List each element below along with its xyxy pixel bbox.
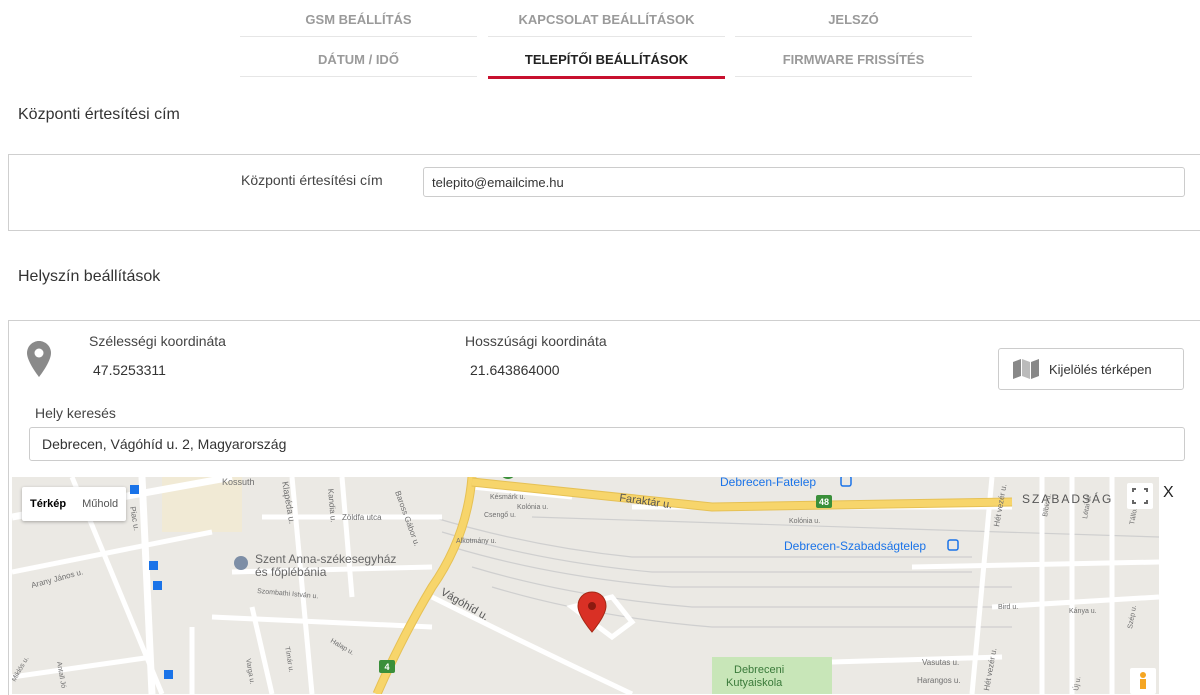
latitude-label: Szélességi koordináta bbox=[89, 333, 226, 349]
map-label: Kolónia u. bbox=[517, 504, 548, 511]
place-search-input[interactable] bbox=[29, 427, 1185, 461]
notify-panel: Központi értesítési cím bbox=[8, 154, 1200, 231]
map-label: Vasutas u. bbox=[922, 658, 959, 667]
latitude-value: 47.5253311 bbox=[93, 362, 166, 378]
tab-installer-settings[interactable]: TELEPÍTŐI BEÁLLÍTÁSOK bbox=[488, 40, 725, 79]
select-on-map-button[interactable]: Kijelölés térképen bbox=[998, 348, 1184, 390]
map-type-control: Térkép Műhold bbox=[22, 487, 127, 521]
tab-date-time[interactable]: DÁTUM / IDŐ bbox=[240, 40, 477, 77]
map-label: és főplébánia bbox=[255, 565, 327, 579]
location-pin-icon bbox=[27, 341, 51, 377]
tab-firmware-update[interactable]: FIRMWARE FRISSÍTÉS bbox=[735, 40, 972, 77]
map-label: SZABADSÁG bbox=[1022, 491, 1113, 506]
map-icon bbox=[1013, 359, 1039, 379]
notify-section-title: Központi értesítési cím bbox=[18, 106, 180, 123]
map-type-satellite-button[interactable]: Műhold bbox=[74, 487, 126, 521]
map-label: Debreceni bbox=[734, 664, 784, 676]
map-label: Kánya u. bbox=[1069, 608, 1097, 615]
longitude-value: 21.643864000 bbox=[470, 362, 560, 378]
map-label: Szent Anna-székesegyház bbox=[255, 552, 396, 566]
route-48-label: 48 bbox=[819, 497, 829, 507]
notify-field-label: Központi értesítési cím bbox=[241, 172, 383, 188]
tab-connection[interactable]: KAPCSOLAT BEÁLLÍTÁSOK bbox=[488, 0, 725, 37]
map-label: Debrecen-Fatelep bbox=[720, 477, 816, 489]
fullscreen-icon[interactable] bbox=[1127, 483, 1153, 509]
map-type-map-button[interactable]: Térkép bbox=[22, 487, 74, 521]
tab-gsm[interactable]: GSM BEÁLLÍTÁS bbox=[240, 0, 477, 37]
map-label: Harangos u. bbox=[917, 676, 961, 685]
longitude-label: Hosszúsági koordináta bbox=[465, 333, 607, 349]
map-label: Kutyaiskola bbox=[726, 677, 783, 689]
map-label: Késmárk u. bbox=[490, 494, 525, 501]
location-section-title: Helyszín beállítások bbox=[18, 268, 161, 285]
map-label: Csengő u. bbox=[484, 512, 516, 519]
map-label: Debrecen-Szabadságtelep bbox=[784, 539, 926, 553]
map-canvas[interactable]: 48 4 Kossuth Klapéda u. Kandia u. Zöldfa… bbox=[12, 477, 1159, 694]
map-close-button[interactable]: X bbox=[1163, 484, 1174, 502]
map-label: Kossuth bbox=[222, 477, 255, 487]
place-search-label: Hely keresés bbox=[35, 405, 116, 421]
map-label: Bird u. bbox=[998, 604, 1018, 611]
map-view[interactable]: 48 4 Kossuth Klapéda u. Kandia u. Zöldfa… bbox=[12, 477, 1159, 694]
route-4-label: 4 bbox=[384, 662, 389, 672]
select-on-map-label: Kijelölés térképen bbox=[1049, 361, 1152, 377]
map-label: Kolónia u. bbox=[789, 518, 820, 525]
street-view-pegman-icon[interactable] bbox=[1130, 668, 1156, 694]
notify-email-input[interactable] bbox=[423, 167, 1185, 197]
tab-password[interactable]: JELSZÓ bbox=[735, 0, 972, 37]
map-label: Zöldfa utca bbox=[342, 513, 382, 522]
map-label: Alkotmány u. bbox=[456, 538, 497, 545]
church-poi-icon bbox=[234, 556, 248, 570]
